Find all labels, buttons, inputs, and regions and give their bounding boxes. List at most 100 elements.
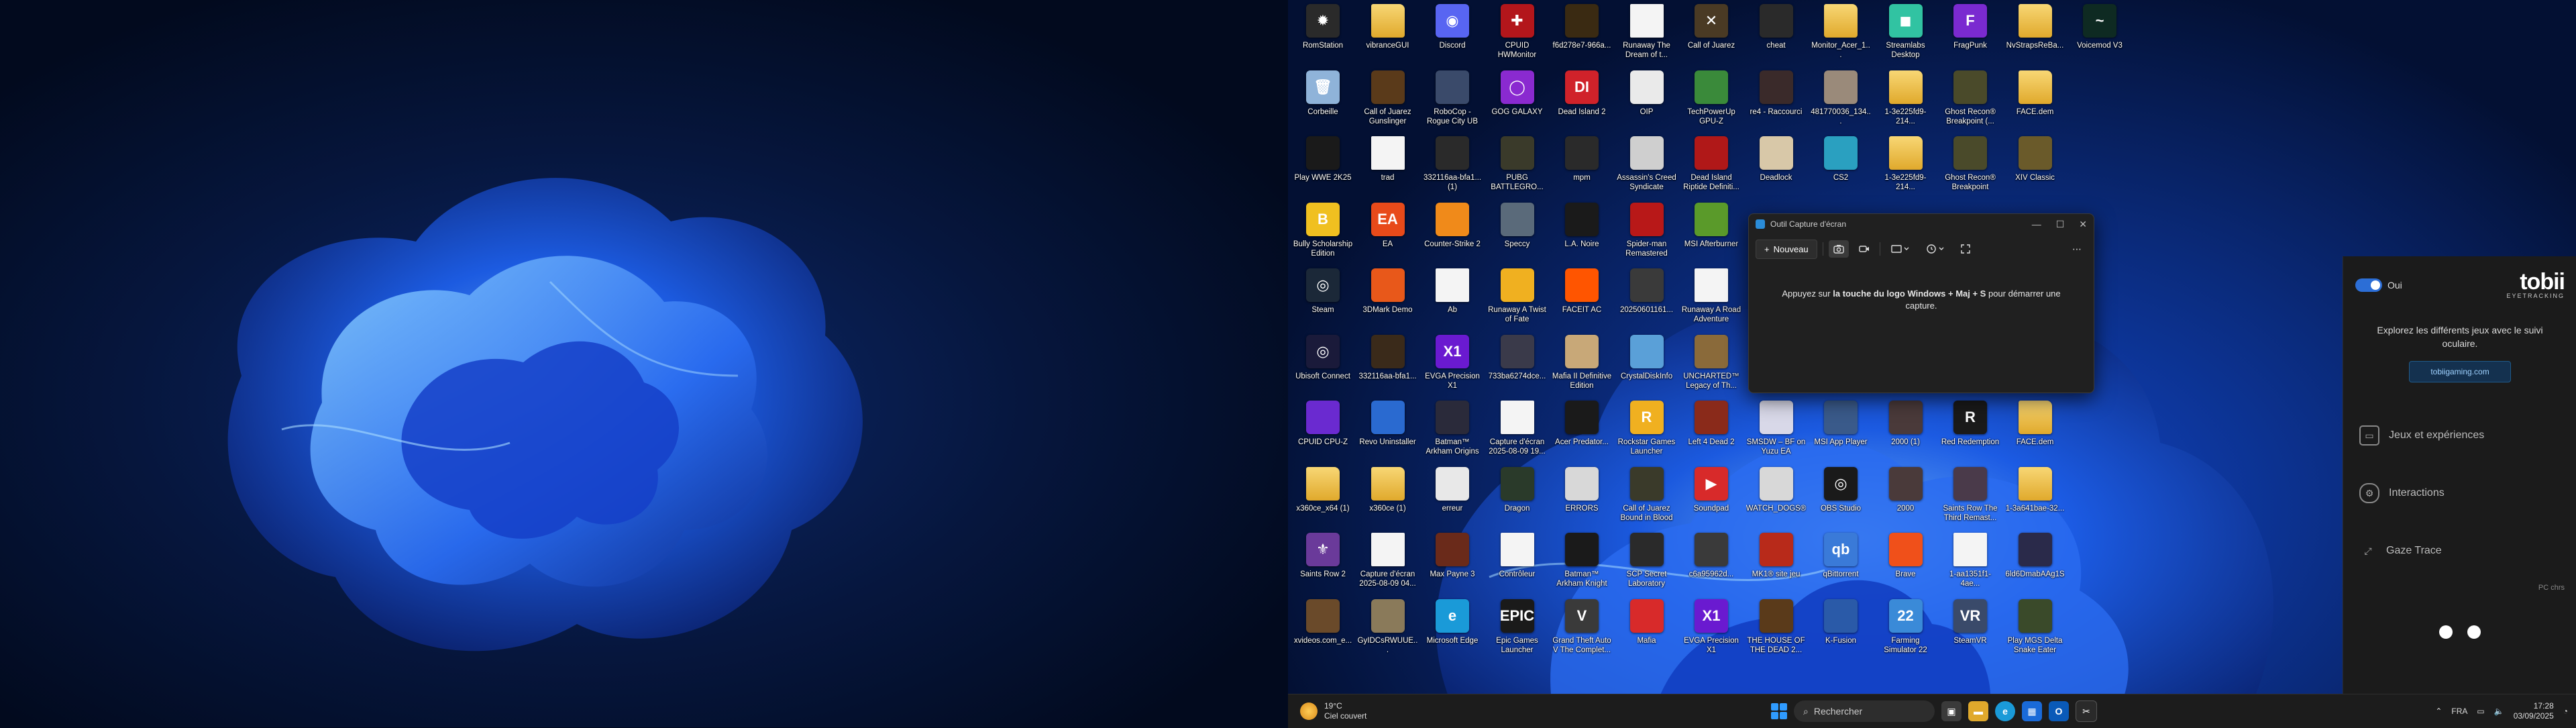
desktop-icon[interactable]: 1-3e225fd9-214...: [1875, 68, 1937, 132]
desktop-icon[interactable]: ✹ RomStation: [1292, 1, 1354, 66]
weather-widget[interactable]: 19°C Ciel couvert: [1288, 701, 1366, 721]
desktop-icon[interactable]: Speccy: [1487, 200, 1548, 264]
desktop-icon[interactable]: 1-aa1351f1-4ae...: [1939, 530, 2001, 594]
desktop-icon[interactable]: 6ld6DmabAAg1S: [2004, 530, 2066, 594]
outlook-icon[interactable]: O: [2049, 701, 2069, 721]
desktop-icon[interactable]: 2000 (1): [1875, 398, 1937, 462]
desktop-icon[interactable]: 332116aa-bfa1...: [1357, 332, 1419, 397]
desktop-icon[interactable]: XIV Classic: [2004, 134, 2066, 198]
clock[interactable]: 17:28 03/09/2025: [2514, 701, 2554, 721]
desktop-icon[interactable]: 332116aa-bfa1... (1): [1421, 134, 1483, 198]
desktop-icon[interactable]: CrystalDiskInfo: [1616, 332, 1678, 397]
desktop-icon[interactable]: Mafia II Definitive Edition: [1551, 332, 1613, 397]
taskbar-search[interactable]: ⌕ Rechercher: [1794, 700, 1935, 722]
desktop-icon[interactable]: x360ce_x64 (1): [1292, 464, 1354, 529]
desktop-icon[interactable]: f6d278e7-966a...: [1551, 1, 1613, 66]
snip-mode-dropdown-icon[interactable]: [1886, 240, 1915, 258]
desktop-icon[interactable]: Contrôleur: [1487, 530, 1548, 594]
desktop-icon[interactable]: re4 - Raccourci: [1746, 68, 1807, 132]
desktop-icon[interactable]: B Bully Scholarship Edition: [1292, 200, 1354, 264]
desktop-icon[interactable]: Ab: [1421, 266, 1483, 330]
desktop-icon[interactable]: VR SteamVR: [1939, 596, 2001, 661]
desktop-icon[interactable]: EPIC Epic Games Launcher: [1487, 596, 1548, 661]
desktop-icon[interactable]: UNCHARTED™ Legacy of Th...: [1680, 332, 1742, 397]
desktop-icon[interactable]: Mafia: [1616, 596, 1678, 661]
desktop-icon[interactable]: FACE.dem: [2004, 68, 2066, 132]
desktop-icon[interactable]: FACEIT AC: [1551, 266, 1613, 330]
desktop-icon[interactable]: x360ce (1): [1357, 464, 1419, 529]
desktop-icon[interactable]: ◉ Discord: [1421, 1, 1483, 66]
desktop-icon[interactable]: PUBG BATTLEGRO...: [1487, 134, 1548, 198]
close-icon[interactable]: ✕: [2079, 219, 2087, 230]
chevron-up-icon[interactable]: ⌃: [2435, 707, 2442, 716]
desktop-icon[interactable]: c6a95962d...: [1680, 530, 1742, 594]
desktop-icon[interactable]: GyIDCsRWUUE...: [1357, 596, 1419, 661]
desktop-icon[interactable]: 481770036_134...: [1810, 68, 1872, 132]
desktop-icon[interactable]: SCP Secret Laboratory: [1616, 530, 1678, 594]
delay-timer-dropdown-icon[interactable]: [1921, 240, 1950, 258]
desktop-icon[interactable]: Dead Island Riptide Definiti...: [1680, 134, 1742, 198]
camera-mode-icon[interactable]: [1828, 240, 1849, 258]
more-options-icon[interactable]: ⋯: [2067, 240, 2087, 258]
snipping-tool-window[interactable]: Outil Capture d'écran — ☐ ✕ + Nouveau ⋯: [1748, 213, 2094, 393]
desktop-icon[interactable]: Deadlock: [1746, 134, 1807, 198]
desktop-icon[interactable]: cheat: [1746, 1, 1807, 66]
desktop-icon[interactable]: ◎ OBS Studio: [1810, 464, 1872, 529]
minimize-icon[interactable]: —: [2032, 219, 2041, 230]
desktop-icon[interactable]: X1 EVGA Precision X1: [1680, 596, 1742, 661]
desktop-icon[interactable]: Max Payne 3: [1421, 530, 1483, 594]
volume-icon[interactable]: 🔈: [2494, 707, 2504, 716]
desktop-icon[interactable]: Assassin's Creed Syndicate: [1616, 134, 1678, 198]
desktop-icon[interactable]: RoboCop - Rogue City UB: [1421, 68, 1483, 132]
desktop-icon[interactable]: CPUID CPU-Z: [1292, 398, 1354, 462]
desktop-icon[interactable]: 733ba6274dce...: [1487, 332, 1548, 397]
desktop-icon[interactable]: FACE.dem: [2004, 398, 2066, 462]
desktop-icon[interactable]: qb qBittorrent: [1810, 530, 1872, 594]
desktop-icon[interactable]: Capture d'écran 2025-08-09 19...: [1487, 398, 1548, 462]
desktop-icon[interactable]: R Rockstar Games Launcher: [1616, 398, 1678, 462]
desktop-icon[interactable]: 22 Farming Simulator 22: [1875, 596, 1937, 661]
desktop-icon[interactable]: ~ Voicemod V3: [2069, 1, 2131, 66]
desktop-icon[interactable]: THE HOUSE OF THE DEAD 2...: [1746, 596, 1807, 661]
new-capture-button[interactable]: + Nouveau: [1756, 239, 1817, 259]
desktop-icon[interactable]: 1-3a641bae-32...: [2004, 464, 2066, 529]
desktop-icon[interactable]: ✕ Call of Juarez: [1680, 1, 1742, 66]
desktop-icon[interactable]: Revo Uninstaller: [1357, 398, 1419, 462]
desktop-icon[interactable]: erreur: [1421, 464, 1483, 529]
desktop-icon[interactable]: 2000: [1875, 464, 1937, 529]
desktop-icon[interactable]: ◯ GOG GALAXY: [1487, 68, 1548, 132]
desktop-icon[interactable]: EA EA: [1357, 200, 1419, 264]
start-button[interactable]: [1771, 703, 1787, 719]
desktop-icon[interactable]: NvStrapsReBa...: [2004, 1, 2066, 66]
desktop-icon[interactable]: 3DMark Demo: [1357, 266, 1419, 330]
desktop-icon[interactable]: Dragon: [1487, 464, 1548, 529]
desktop-icon[interactable]: Saints Row The Third Remast...: [1939, 464, 2001, 529]
desktop-icon[interactable]: MSI Afterburner: [1680, 200, 1742, 264]
desktop-icon[interactable]: Monitor_Acer_1...: [1810, 1, 1872, 66]
desktop-icon[interactable]: DI Dead Island 2: [1551, 68, 1613, 132]
desktop-icon[interactable]: ERRORS: [1551, 464, 1613, 529]
edge-browser-icon[interactable]: e: [1995, 701, 2015, 721]
desktop-icon[interactable]: TechPowerUp GPU-Z: [1680, 68, 1742, 132]
desktop-icon[interactable]: 20250601161...: [1616, 266, 1678, 330]
desktop-icon[interactable]: K-Fusion: [1810, 596, 1872, 661]
desktop-icon[interactable]: Spider-man Remastered: [1616, 200, 1678, 264]
desktop-icon[interactable]: Ghost Recon® Breakpoint: [1939, 134, 2001, 198]
snipping-tool-taskbar-icon[interactable]: ✂: [2076, 700, 2097, 722]
desktop-icon[interactable]: ◼ Streamlabs Desktop: [1875, 1, 1937, 66]
task-view-icon[interactable]: ▣: [1941, 701, 1962, 721]
desktop-icon[interactable]: e Microsoft Edge: [1421, 596, 1483, 661]
menu-item-games[interactable]: ▭ Jeux et expériences: [2343, 407, 2576, 464]
desktop-icon[interactable]: xvideos.com_e...: [1292, 596, 1354, 661]
desktop-icon[interactable]: ⚜ Saints Row 2: [1292, 530, 1354, 594]
desktop-icon[interactable]: Capture d'écran 2025-08-09 04...: [1357, 530, 1419, 594]
desktop-icon[interactable]: MSI App Player: [1810, 398, 1872, 462]
desktop-icon[interactable]: V Grand Theft Auto V The Complet...: [1551, 596, 1613, 661]
desktop-icon[interactable]: ✚ CPUID HWMonitor: [1487, 1, 1548, 66]
desktop-icon[interactable]: mpm: [1551, 134, 1613, 198]
desktop-icon[interactable]: Runaway A Road Adventure: [1680, 266, 1742, 330]
desktop-icon[interactable]: X1 EVGA Precision X1: [1421, 332, 1483, 397]
desktop-icon[interactable]: Brave: [1875, 530, 1937, 594]
desktop-icon[interactable]: Batman™ Arkham Origins: [1421, 398, 1483, 462]
desktop-icon[interactable]: CS2: [1810, 134, 1872, 198]
